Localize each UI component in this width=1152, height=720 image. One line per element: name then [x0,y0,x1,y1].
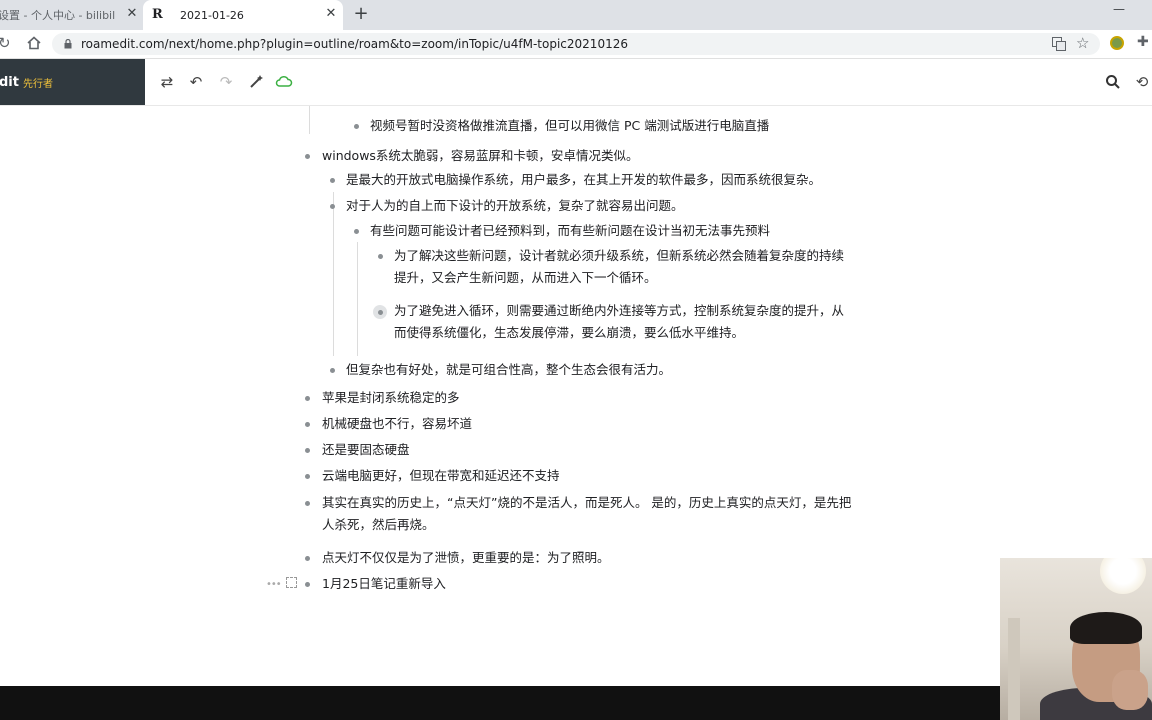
brand-name: dit [0,74,19,90]
browser-tab-bilibili[interactable]: 设置 - 个人中心 - bilibili link ✕ [0,0,140,30]
browser-tab-active[interactable]: R 2021-01-26 ✕ [143,0,343,30]
cloud-sync-icon[interactable] [275,73,293,91]
tab-title: 设置 - 个人中心 - bilibili link [0,9,116,22]
outline-bullet[interactable] [305,422,310,427]
outline-bullet[interactable] [378,254,383,259]
history-icon[interactable]: ⟲ [1133,73,1151,91]
outline-item[interactable]: 对于人为的自上而下设计的开放系统，复杂了就容易出问题。 [346,195,684,217]
magic-wand-icon[interactable] [247,73,265,91]
outline-item[interactable]: 但复杂也有好处，就是可组合性高，整个生态会很有活力。 [346,359,671,381]
lock-icon [64,39,72,49]
video-bottom-bar [0,686,1152,720]
outline-item[interactable]: 还是要固态硬盘 [322,439,410,461]
tab-title: 2021-01-26 [180,8,244,22]
swap-icon[interactable]: ⇄ [158,73,176,91]
block-menu-dots-icon[interactable]: ••• [266,579,282,590]
outline-item[interactable]: 机械硬盘也不行，容易坏道 [322,413,472,435]
home-icon[interactable] [26,35,42,51]
outline-item-line[interactable]: 为了解决这些新问题，设计者就必须升级系统，但新系统必然会随着复杂度的持续 [394,245,844,267]
undo-icon[interactable]: ↶ [187,73,205,91]
app-header: dit 先行者 ⇄ ↶ ↷ ⟲ [0,59,1152,106]
outline-bullet[interactable] [305,556,310,561]
outline-bullet[interactable] [354,229,359,234]
new-tab-button[interactable]: + [352,5,370,23]
person-hand [1112,670,1148,710]
outline-item[interactable]: windows系统太脆弱，容易蓝屏和卡顿，安卓情况类似。 [322,145,638,167]
outline-item-line[interactable]: 为了避免进入循环，则需要通过断绝内外连接等方式，控制系统复杂度的提升，从 [394,300,844,322]
outline-bullet[interactable] [305,501,310,506]
background-pole [1008,618,1020,720]
translate-icon[interactable] [1052,37,1066,51]
close-tab-icon[interactable]: ✕ [324,7,338,21]
outline-bullet[interactable] [305,448,310,453]
browser-tab-strip: 设置 - 个人中心 - bilibili link ✕ R 2021-01-26… [0,0,1152,30]
address-bar[interactable]: roamedit.com/next/home.php?plugin=outlin… [52,33,1100,55]
browser-toolbar: ↻ roamedit.com/next/home.php?plugin=outl… [0,30,1152,59]
lamp-light [1100,558,1146,594]
extensions-puzzle-icon[interactable]: ✚ [1137,35,1151,49]
close-tab-icon[interactable]: ✕ [125,7,139,21]
outline-bullet[interactable] [330,204,335,209]
minimize-window-button[interactable]: — [1113,2,1127,16]
indent-guide [357,242,358,356]
app-brand[interactable]: dit 先行者 [0,59,145,105]
outline-item[interactable]: 苹果是封闭系统稳定的多 [322,387,460,409]
redo-icon[interactable]: ↷ [217,73,235,91]
indent-guide [309,106,310,134]
outline-bullet[interactable] [330,178,335,183]
extension-shield-icon[interactable] [1110,36,1124,50]
outline-item[interactable]: 是最大的开放式电脑操作系统，用户最多，在其上开发的软件最多，因而系统很复杂。 [346,169,821,191]
outline-bullet[interactable] [305,396,310,401]
outline-bullet-collapsed[interactable] [373,305,387,319]
outline-bullet[interactable] [305,154,310,159]
outline-item-line[interactable]: 人杀死，然后再烧。 [322,514,435,536]
expand-block-icon[interactable] [286,577,297,588]
outline-bullet[interactable] [330,368,335,373]
person-hair [1070,612,1142,644]
outline-item-line[interactable]: 其实在真实的历史上，“点天灯”烧的不是活人，而是死人。 是的，历史上真实的点天灯… [322,492,851,514]
outline-item-line[interactable]: 提升，又会产生新问题，从而进入下一个循环。 [394,267,657,289]
webcam-overlay [1000,558,1152,720]
outline-item[interactable]: 点天灯不仅仅是为了泄愤，更重要的是：为了照明。 [322,547,610,569]
outline-editor: 视频号暂时没资格做推流直播，但可以用微信 PC 端测试版进行电脑直播 windo… [0,106,1152,686]
outline-bullet[interactable] [354,124,359,129]
indent-guide [333,192,334,356]
brand-tag: 先行者 [22,78,53,90]
outline-item[interactable]: 视频号暂时没资格做推流直播，但可以用微信 PC 端测试版进行电脑直播 [370,115,769,137]
outline-item[interactable]: 1月25日笔记重新导入 [322,573,446,595]
outline-item[interactable]: 有些问题可能设计者已经预料到，而有些新问题在设计当初无法事先预料 [370,220,770,242]
search-icon[interactable] [1104,73,1122,91]
url-text: roamedit.com/next/home.php?plugin=outlin… [81,37,628,51]
outline-bullet[interactable] [305,474,310,479]
outline-item[interactable]: 云端电脑更好，但现在带宽和延迟还不支持 [322,465,560,487]
reload-icon[interactable]: ↻ [0,34,16,52]
outline-bullet[interactable] [305,582,310,587]
roam-favicon-icon: R [152,7,163,22]
outline-item-line[interactable]: 而使得系统僵化，生态发展停滞，要么崩溃，要么低水平维持。 [394,322,744,344]
bookmark-star-icon[interactable]: ☆ [1076,34,1089,52]
